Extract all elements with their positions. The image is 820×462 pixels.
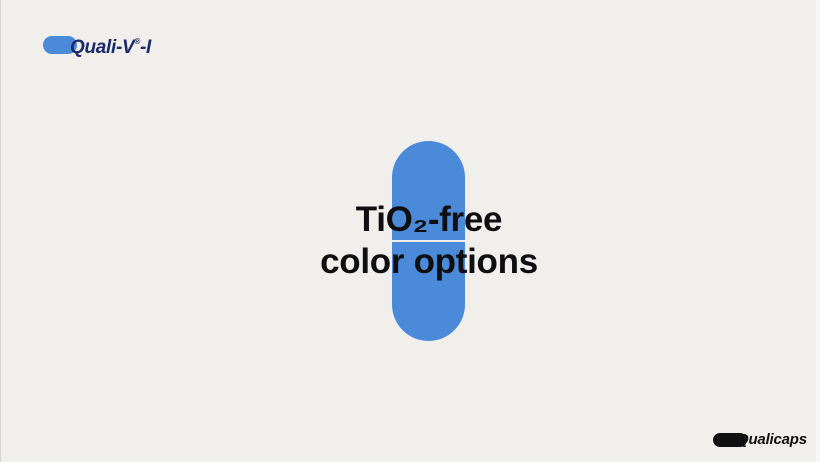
quali-v-i-logo: Quali-V®-I xyxy=(43,34,152,58)
slide-edge xyxy=(816,0,820,462)
headline: TiO₂-free color options xyxy=(261,199,597,283)
headline-line-2: color options xyxy=(320,242,538,281)
headline-line-1: TiO₂-free xyxy=(355,200,503,239)
qualicaps-logo-text: Qualicaps xyxy=(737,431,807,448)
quali-v-i-logo-text: Quali-V®-I xyxy=(70,37,152,58)
slide: Quali-V®-I TiO₂-free color options Quali… xyxy=(0,0,820,462)
